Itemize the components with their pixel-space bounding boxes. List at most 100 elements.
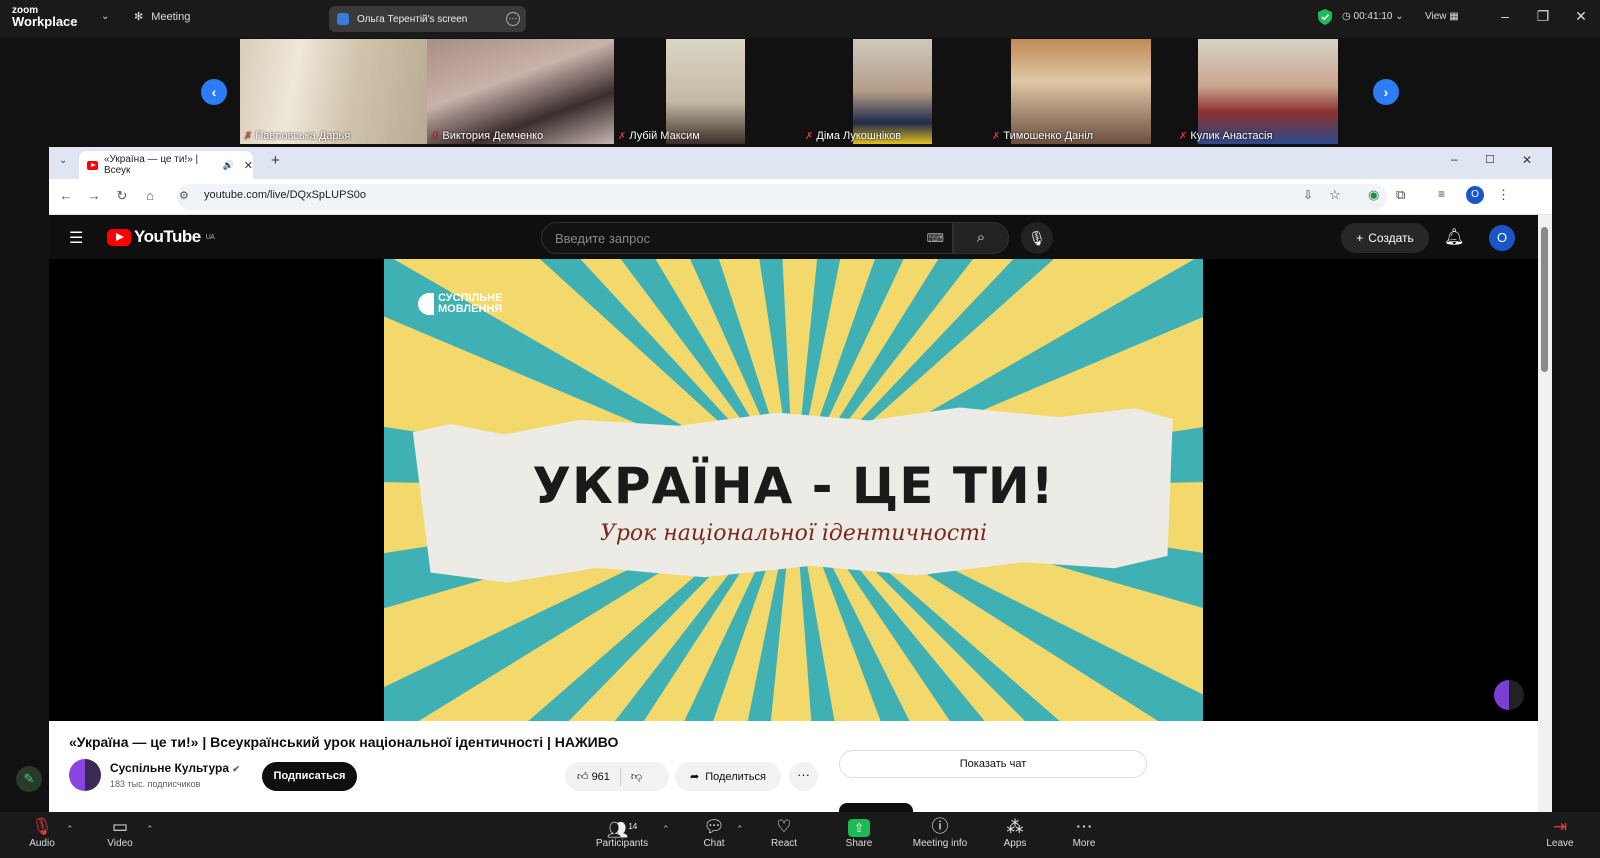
- more-button[interactable]: ⋯ More: [1049, 816, 1119, 849]
- home-icon[interactable]: ⌂: [141, 188, 159, 203]
- meeting-menu[interactable]: ✻ Meeting: [134, 10, 190, 24]
- participant-tile[interactable]: ✗ Тимошенко Даніл: [988, 39, 1175, 144]
- meeting-info-button[interactable]: ⓘ Meeting info: [905, 816, 975, 849]
- profile-avatar[interactable]: O: [1466, 186, 1484, 204]
- next-page-arrow[interactable]: ›: [1373, 79, 1399, 105]
- keyboard-icon[interactable]: ⌨: [927, 231, 944, 245]
- view-menu[interactable]: View ▦: [1425, 11, 1459, 22]
- close-icon[interactable]: ✕: [1571, 8, 1591, 25]
- more-actions-button[interactable]: ···: [789, 762, 818, 791]
- chat-caret-icon[interactable]: ⌃: [736, 824, 744, 835]
- youtube-favicon-icon: [87, 160, 98, 170]
- zoom-top-bar: zoom Workplace ⌄ ✻ Meeting Ольга Теренті…: [0, 0, 1600, 38]
- microphone-icon: 🎙: [1028, 230, 1046, 246]
- video-options-caret-icon[interactable]: ⌃: [146, 824, 154, 835]
- scrollbar-thumb[interactable]: [1541, 227, 1548, 372]
- plus-icon: +: [1356, 231, 1364, 245]
- youtube-search-input[interactable]: Введите запрос ⌨: [541, 222, 953, 254]
- zoom-toolbar: 🎙︎ Audio ⌃ ▭ Video ⌃ 👥︎14 Participants ⌃…: [0, 812, 1600, 858]
- mic-muted-icon: ✗: [805, 130, 814, 142]
- react-button[interactable]: ♡ React: [749, 816, 819, 849]
- chevron-down-icon[interactable]: ⌄: [101, 11, 109, 22]
- minimize-icon[interactable]: –: [1451, 152, 1458, 166]
- meeting-timer[interactable]: ◷ 00:41:10 ⌄: [1342, 11, 1404, 22]
- participant-tile[interactable]: ✗ Виктория Демченко: [427, 39, 614, 144]
- floating-channel-icon[interactable]: [1494, 680, 1524, 710]
- verified-icon: ✔: [232, 764, 240, 774]
- video-button[interactable]: ▭ Video: [85, 816, 155, 849]
- video-frame[interactable]: СУСПІЛЬНЕ МОВЛЕННЯ УКРАЇНА - ЦЕ ТИ! Урок…: [384, 259, 1203, 721]
- extension-icon[interactable]: ◉: [1368, 187, 1379, 203]
- participant-video: [1198, 39, 1338, 144]
- participant-tile[interactable]: ✗ Діма Лукошніков: [801, 39, 988, 144]
- notifications-bell-icon[interactable]: 🔔︎: [1444, 227, 1464, 247]
- share-screen-button[interactable]: ⇧ Share: [824, 816, 894, 849]
- more-options-icon[interactable]: ···: [506, 12, 520, 26]
- audio-options-caret-icon[interactable]: ⌃: [66, 824, 74, 835]
- zoom-logo: zoom Workplace: [12, 5, 78, 29]
- show-chat-button[interactable]: Показать чат: [839, 750, 1147, 778]
- leave-door-icon: ⇥: [1552, 817, 1568, 836]
- address-bar-row: ← → ↻ ⌂ ⚙ youtube.com/live/DQxSpLUPS0o ⇩…: [49, 179, 1552, 215]
- participants-button[interactable]: 👥︎14 Participants: [587, 816, 657, 849]
- maximize-icon[interactable]: ☐: [1485, 153, 1495, 166]
- filter-chip[interactable]: [839, 803, 913, 812]
- dislike-button[interactable]: 👎︎: [631, 770, 642, 783]
- close-icon[interactable]: ✕: [1522, 153, 1532, 167]
- participant-tile[interactable]: ✗ Лубій Максим: [614, 39, 801, 144]
- youtube-account-avatar[interactable]: O: [1489, 225, 1515, 251]
- browser-tab[interactable]: «Україна — це ти!» | Всеук 🔊 ✕: [79, 151, 253, 179]
- mic-muted-icon: ✗: [431, 130, 440, 142]
- screen-share-indicator[interactable]: Ольга Терентій's screen ···: [329, 6, 526, 32]
- channel-name[interactable]: Суспільне Культура ✔: [110, 761, 240, 775]
- thumbs-up-icon: 👍︎: [577, 771, 589, 783]
- restore-icon[interactable]: ❐: [1533, 8, 1553, 25]
- meeting-icon: ✻: [134, 11, 144, 23]
- encryption-shield-icon[interactable]: [1318, 9, 1332, 25]
- site-settings-icon[interactable]: ⚙: [179, 189, 189, 202]
- like-button[interactable]: 👍︎ 961: [577, 770, 610, 783]
- heart-icon: ♡: [776, 817, 792, 836]
- annotate-pencil-icon[interactable]: ✎: [16, 766, 42, 792]
- channel-avatar[interactable]: [69, 759, 101, 791]
- mic-muted-icon: ✗: [618, 130, 627, 142]
- browser-menu-icon[interactable]: ⋮: [1497, 187, 1510, 203]
- tab-list-icon[interactable]: ⌄: [59, 155, 67, 166]
- leave-button[interactable]: ⇥ Leave: [1525, 816, 1595, 849]
- create-button[interactable]: + Создать: [1341, 223, 1429, 253]
- url-text[interactable]: youtube.com/live/DQxSpLUPS0o: [204, 189, 366, 201]
- bookmark-star-icon[interactable]: ☆: [1329, 187, 1341, 203]
- participant-tile[interactable]: ✗ Кулик Анастасія: [1175, 39, 1362, 144]
- forward-icon[interactable]: →: [85, 188, 103, 203]
- previous-page-arrow[interactable]: ‹: [201, 79, 227, 105]
- back-icon[interactable]: ←: [57, 188, 75, 203]
- subscriber-count: 183 тыс. подписчиков: [110, 779, 201, 789]
- info-icon: ⓘ: [931, 817, 949, 836]
- search-icon: ⌕: [976, 229, 986, 246]
- share-button[interactable]: ➦ Поделиться: [675, 762, 781, 791]
- close-tab-icon[interactable]: ✕: [244, 159, 253, 172]
- youtube-logo[interactable]: YouTube UA: [107, 227, 215, 247]
- like-dislike-group: 👍︎ 961 👎︎: [565, 762, 669, 791]
- shared-browser-window: ⌄ «Україна — це ти!» | Всеук 🔊 ✕ + – ☐ ✕…: [49, 147, 1552, 812]
- mic-muted-icon: ✗: [1179, 130, 1188, 142]
- new-tab-icon[interactable]: +: [271, 152, 280, 169]
- voice-search-button[interactable]: 🎙: [1021, 222, 1053, 254]
- participants-icon: 👥︎14: [606, 820, 638, 840]
- participant-video: [666, 39, 745, 144]
- subscribe-button[interactable]: Подписаться: [262, 762, 357, 791]
- search-button[interactable]: ⌕: [953, 222, 1009, 254]
- apps-button[interactable]: ⁂ Apps: [980, 816, 1050, 849]
- more-icon: ⋯: [1075, 817, 1093, 836]
- minimize-icon[interactable]: –: [1495, 8, 1515, 24]
- extensions-puzzle-icon[interactable]: ⧉: [1396, 187, 1405, 203]
- participant-tile[interactable]: ✗ Павловська Дарья: [240, 39, 427, 144]
- install-app-icon[interactable]: ⇩: [1303, 188, 1313, 202]
- video-details: «Україна — це ти!» | Всеукраїнський урок…: [49, 721, 1538, 812]
- media-control-icon[interactable]: ≡: [1438, 187, 1445, 201]
- browser-tab-bar: ⌄ «Україна — це ти!» | Всеук 🔊 ✕ + – ☐ ✕: [49, 147, 1552, 179]
- reload-icon[interactable]: ↻: [113, 188, 131, 204]
- hamburger-menu-icon[interactable]: ☰: [69, 228, 83, 248]
- audio-playing-icon: 🔊: [222, 159, 234, 170]
- participants-caret-icon[interactable]: ⌃: [662, 824, 670, 835]
